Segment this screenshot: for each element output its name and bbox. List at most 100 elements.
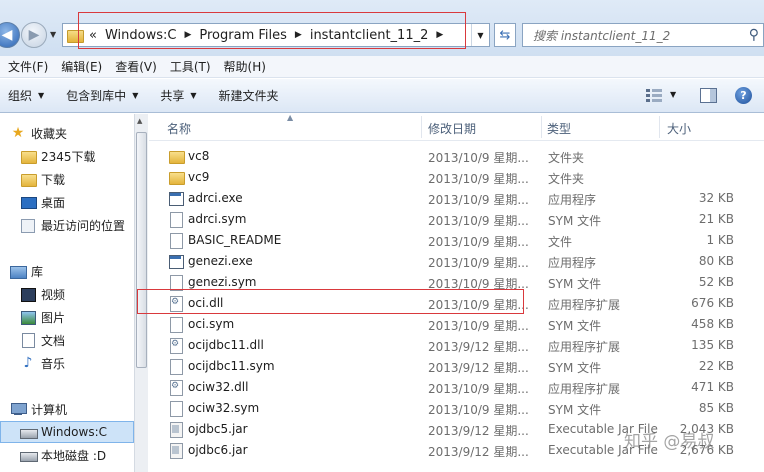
scroll-up-icon[interactable]: ▲ xyxy=(137,117,142,125)
menu-bar: 文件(F) 编辑(E) 查看(V) 工具(T) 帮助(H) xyxy=(0,56,764,78)
column-headers: ▲ 名称 修改日期 类型 大小 xyxy=(149,113,764,141)
nav-scroll-thumb[interactable] xyxy=(136,132,147,368)
file-date: 2013/10/9 星期... xyxy=(428,298,529,312)
view-dropdown-icon[interactable]: ▼ xyxy=(670,90,676,99)
folder-icon xyxy=(20,149,37,164)
nav-item-music[interactable]: ♪ 音乐 xyxy=(20,352,65,374)
music-note-icon: ♪ xyxy=(23,355,33,371)
nav-item-drive-d[interactable]: 本地磁盘 :D xyxy=(20,444,106,466)
file-date: 2013/10/9 星期... xyxy=(428,193,529,207)
chevron-right-icon[interactable]: ▶ xyxy=(432,30,447,40)
file-row[interactable]: adrci.exe 2013/10/9 星期... 应用程序 32 KB xyxy=(149,188,764,209)
menu-file[interactable]: 文件(F) xyxy=(8,58,57,75)
chevron-right-icon[interactable]: ▶ xyxy=(291,30,306,40)
refresh-button[interactable]: ⇆ xyxy=(494,23,516,47)
file-size: 22 KB xyxy=(698,359,734,373)
folder-icon xyxy=(169,170,185,185)
exe-icon xyxy=(169,254,184,269)
nav-item-desktop[interactable]: 桌面 xyxy=(20,191,65,213)
menu-view[interactable]: 查看(V) xyxy=(115,58,166,75)
navigation-pane: ★ 收藏夹 2345下载 下载 桌面 最近访问的位置 库 视频 图片 文档 ♪ … xyxy=(0,114,134,472)
file-date: 2013/10/9 星期... xyxy=(428,214,529,228)
file-icon xyxy=(169,359,183,375)
recent-pages-dropdown-icon[interactable]: ▼ xyxy=(50,30,56,39)
video-icon xyxy=(20,287,36,302)
file-name: BASIC_README xyxy=(188,233,282,247)
file-type: SYM 文件 xyxy=(548,277,602,291)
file-row[interactable]: ociw32.sym 2013/10/9 星期... SYM 文件 85 KB xyxy=(149,398,764,419)
file-row[interactable]: oci.sym 2013/10/9 星期... SYM 文件 458 KB xyxy=(149,314,764,335)
organize-button[interactable]: 组织 ▼ xyxy=(8,87,44,104)
nav-item-downloads[interactable]: 下载 xyxy=(20,168,65,190)
chevron-right-icon[interactable]: ▶ xyxy=(180,30,195,40)
file-name: vc9 xyxy=(188,170,210,184)
folder-icon xyxy=(67,28,85,43)
file-date: 2013/9/12 星期... xyxy=(428,361,529,375)
file-size: 458 KB xyxy=(691,317,734,331)
nav-item-2345-downloads[interactable]: 2345下载 xyxy=(20,145,96,167)
caret-down-icon: ▼ xyxy=(38,91,45,100)
share-button[interactable]: 共享 ▼ xyxy=(160,87,196,104)
file-name: ociw32.sym xyxy=(188,401,260,415)
help-icon[interactable]: ? xyxy=(735,87,752,104)
preview-pane-icon[interactable] xyxy=(700,88,717,103)
menu-tools[interactable]: 工具(T) xyxy=(170,58,220,75)
nav-favorites[interactable]: ★ 收藏夹 xyxy=(10,122,67,144)
view-options-icon[interactable] xyxy=(646,89,662,102)
column-divider[interactable] xyxy=(421,116,422,138)
document-icon xyxy=(20,333,36,348)
file-type: SYM 文件 xyxy=(548,319,602,333)
file-row[interactable]: genezi.sym 2013/10/9 星期... SYM 文件 52 KB xyxy=(149,272,764,293)
caret-down-icon: ▼ xyxy=(190,91,197,100)
search-placeholder: 搜索 instantclient_11_2 xyxy=(533,28,671,43)
search-icon[interactable]: ⚲ xyxy=(749,27,759,43)
nav-item-label: 图片 xyxy=(41,310,66,325)
nav-item-label: 2345下载 xyxy=(41,149,96,164)
nav-item-documents[interactable]: 文档 xyxy=(20,329,65,351)
address-dropdown-icon[interactable]: ▼ xyxy=(471,24,489,46)
column-type[interactable]: 类型 xyxy=(547,120,571,137)
nav-item-drive-c[interactable]: Windows:C xyxy=(20,421,107,443)
menu-edit[interactable]: 编辑(E) xyxy=(61,58,111,75)
column-date[interactable]: 修改日期 xyxy=(428,120,476,137)
back-button[interactable]: ◀ xyxy=(0,22,20,48)
file-type: SYM 文件 xyxy=(548,403,602,417)
file-row[interactable]: BASIC_README 2013/10/9 星期... 文件 1 KB xyxy=(149,230,764,251)
file-date: 2013/10/9 星期... xyxy=(428,172,529,186)
file-row[interactable]: ocijdbc11.dll 2013/9/12 星期... 应用程序扩展 135 KB xyxy=(149,335,764,356)
file-row[interactable]: ociw32.dll 2013/10/9 星期... 应用程序扩展 471 KB xyxy=(149,377,764,398)
file-row[interactable]: oci.dll 2013/10/9 星期... 应用程序扩展 676 KB xyxy=(149,293,764,314)
menu-help[interactable]: 帮助(H) xyxy=(224,58,275,75)
column-divider[interactable] xyxy=(659,116,660,138)
breadcrumb[interactable]: « Windows:C ▶ Program Files ▶ instantcli… xyxy=(62,23,490,47)
breadcrumb-instantclient[interactable]: instantclient_11_2 xyxy=(306,28,433,43)
file-name: oci.sym xyxy=(188,317,235,331)
file-row[interactable]: adrci.sym 2013/10/9 星期... SYM 文件 21 KB xyxy=(149,209,764,230)
file-row[interactable]: genezi.exe 2013/10/9 星期... 应用程序 80 KB xyxy=(149,251,764,272)
hard-drive-icon xyxy=(20,425,38,439)
download-folder-icon xyxy=(20,172,37,187)
include-in-library-button[interactable]: 包含到库中 ▼ xyxy=(66,87,138,104)
forward-button[interactable]: ▶ xyxy=(21,22,47,48)
nav-scrollbar[interactable]: ▲ xyxy=(134,114,148,472)
file-row[interactable]: vc8 2013/10/9 星期... 文件夹 xyxy=(149,146,764,167)
new-folder-button[interactable]: 新建文件夹 xyxy=(219,87,279,104)
file-name: vc8 xyxy=(188,149,210,163)
breadcrumb-overflow[interactable]: « xyxy=(85,28,101,43)
column-size[interactable]: 大小 xyxy=(667,120,691,137)
nav-item-label: 桌面 xyxy=(41,195,66,210)
column-name[interactable]: 名称 xyxy=(167,120,191,137)
file-row[interactable]: ocijdbc11.sym 2013/9/12 星期... SYM 文件 22 KB xyxy=(149,356,764,377)
nav-item-recent-places[interactable]: 最近访问的位置 xyxy=(20,214,125,236)
file-row[interactable]: vc9 2013/10/9 星期... 文件夹 xyxy=(149,167,764,188)
search-input[interactable]: 搜索 instantclient_11_2 ⚲ xyxy=(522,23,764,47)
file-type: SYM 文件 xyxy=(548,361,602,375)
nav-item-videos[interactable]: 视频 xyxy=(20,283,65,305)
column-divider[interactable] xyxy=(541,116,542,138)
breadcrumb-program-files[interactable]: Program Files xyxy=(195,28,291,43)
nav-item-pictures[interactable]: 图片 xyxy=(20,306,65,328)
nav-computer[interactable]: 计算机 xyxy=(10,398,67,420)
breadcrumb-windows-c[interactable]: Windows:C xyxy=(101,28,181,43)
file-type: 应用程序扩展 xyxy=(548,382,621,396)
nav-libraries[interactable]: 库 xyxy=(10,260,43,282)
